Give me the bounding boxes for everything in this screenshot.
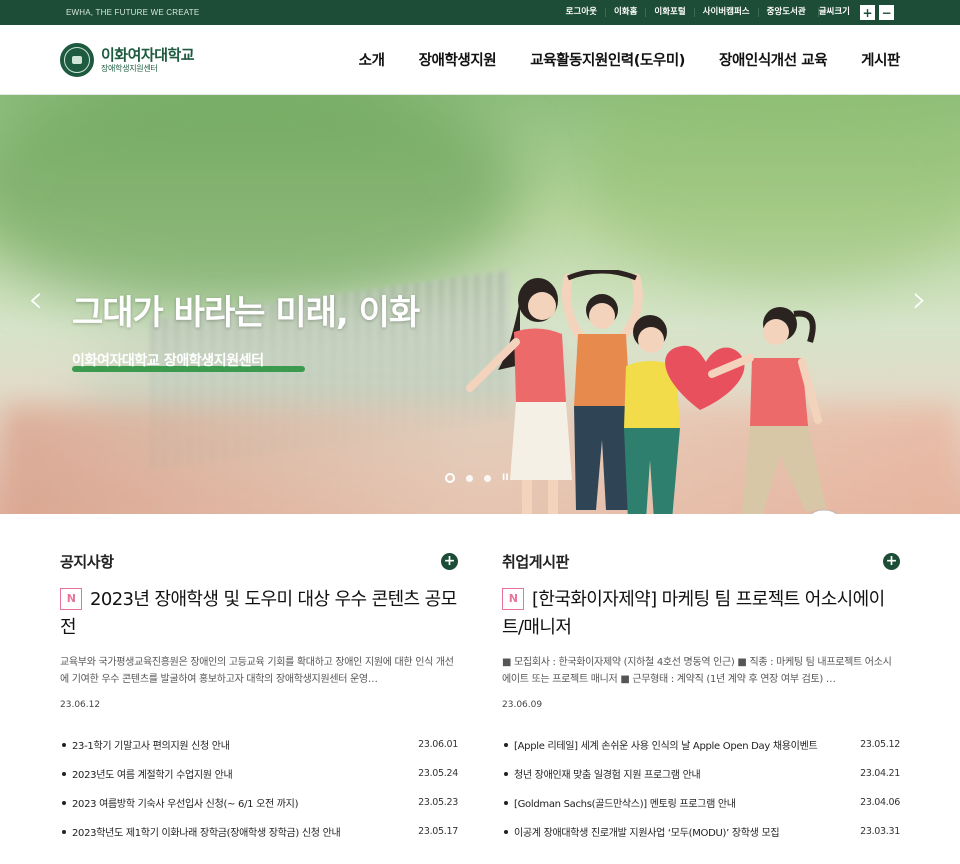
jobs-more-plus-icon[interactable]: +: [883, 552, 900, 570]
font-increase-button[interactable]: +: [860, 5, 875, 20]
nav-intro[interactable]: 소개: [359, 49, 385, 70]
new-badge: N: [502, 588, 524, 610]
hero-banner: 그대가 바라는 미래, 이화 이화여자대학교 장애학생지원센터 ‹ › II: [0, 95, 960, 514]
person-4-figure: [708, 307, 837, 514]
list-item[interactable]: 23-1학기 기말고사 편의지원 신청 안내 23.06.01: [60, 730, 458, 759]
list-item[interactable]: 2023 여름방학 기숙사 우선입사 신청(~ 6/1 오전 까지) 23.05.…: [60, 788, 458, 817]
board-section: 공지사항 + N 2023년 장애학생 및 도우미 대상 우수 콘텐츠 공모전 교…: [0, 550, 960, 846]
font-decrease-button[interactable]: −: [879, 5, 894, 20]
library-link[interactable]: 중앙도서관: [757, 8, 814, 17]
chevron-right-icon[interactable]: ›: [912, 280, 927, 318]
notice-column: 공지사항 + N 2023년 장애학생 및 도우미 대상 우수 콘텐츠 공모전 교…: [60, 550, 458, 846]
ewha-portal-link[interactable]: 이화포털: [645, 8, 693, 17]
notice-featured[interactable]: N 2023년 장애학생 및 도우미 대상 우수 콘텐츠 공모전 교육부와 국가평…: [60, 586, 458, 710]
list-item[interactable]: [Goldman Sachs(골드만삭스)] 멘토링 프로그램 안내 23.04.…: [502, 788, 900, 817]
person-3-figure: [624, 315, 680, 514]
new-badge: N: [60, 588, 82, 610]
ewha-home-link[interactable]: 이화홈: [604, 8, 645, 17]
notice-featured-title[interactable]: 2023년 장애학생 및 도우미 대상 우수 콘텐츠 공모전: [60, 589, 457, 638]
hero-illustration: [466, 270, 837, 514]
notice-heading: 공지사항: [60, 552, 114, 571]
slider-pagination: II: [445, 473, 509, 483]
nav-awareness-education[interactable]: 장애인식개선 교육: [719, 49, 828, 70]
logout-link[interactable]: 로그아웃: [558, 8, 605, 17]
jobs-heading: 취업게시판: [502, 552, 570, 571]
notice-featured-desc: 교육부와 국가평생교육진흥원은 장애인의 고등교육 기회를 확대하고 장애인 지…: [60, 657, 454, 685]
nav-helper[interactable]: 교육활동지원인력(도우미): [530, 49, 685, 70]
pause-icon[interactable]: II: [502, 473, 509, 483]
font-size-label: 글씨크기: [817, 8, 856, 17]
jobs-featured[interactable]: N [한국화이자제약] 마케팅 팀 프로젝트 어소시에이트/매니저 ■ 모집회사 …: [502, 586, 900, 710]
list-item[interactable]: 2023학년도 제1학기 이화나래 장학금(장애학생 장학금) 신청 안내 23.…: [60, 817, 458, 846]
chevron-left-icon[interactable]: ‹: [28, 280, 43, 318]
list-item[interactable]: 이공계 장애대학생 진로개발 지원사업 ‘모두(MODU)’ 장학생 모집 23.…: [502, 817, 900, 846]
jobs-featured-date: 23.06.09: [502, 700, 543, 710]
site-header: 이화여자대학교 장애학생지원센터 소개 장애학생지원 교육활동지원인력(도우미)…: [0, 25, 960, 95]
main-nav: 소개 장애학생지원 교육활동지원인력(도우미) 장애인식개선 교육 게시판: [325, 49, 901, 70]
hero-title: 그대가 바라는 미래, 이화: [72, 293, 420, 333]
center-name: 장애학생지원센터: [101, 63, 158, 73]
university-name: 이화여자대학교: [101, 45, 195, 64]
nav-board[interactable]: 게시판: [861, 49, 900, 70]
top-utility-bar: EWHA, THE FUTURE WE CREATE 로그아웃 이화홈 이화포털…: [0, 0, 960, 25]
notice-featured-date: 23.06.12: [60, 700, 101, 710]
slide-dot-3[interactable]: [484, 474, 491, 482]
cyber-campus-link[interactable]: 사이버캠퍼스: [693, 8, 758, 17]
slide-dot-1[interactable]: [445, 473, 455, 483]
list-item[interactable]: [Apple 리테일] 세계 손쉬운 사용 인식의 날 Apple Open D…: [502, 730, 900, 759]
list-item[interactable]: 청년 장애인재 맞춤 일경험 지원 프로그램 안내 23.04.21: [502, 759, 900, 788]
slogan: EWHA, THE FUTURE WE CREATE: [66, 8, 200, 17]
hero-subtitle: 이화여자대학교 장애학생지원센터: [72, 353, 264, 369]
notice-more-plus-icon[interactable]: +: [441, 552, 458, 570]
jobs-column: 취업게시판 + N [한국화이자제약] 마케팅 팀 프로젝트 어소시에이트/매니저…: [502, 550, 900, 846]
logo[interactable]: 이화여자대학교 장애학생지원센터: [60, 42, 195, 77]
slide-dot-2[interactable]: [466, 474, 473, 482]
nav-student-support[interactable]: 장애학생지원: [419, 49, 497, 70]
notice-list: 23-1학기 기말고사 편의지원 신청 안내 23.06.01 2023년도 여름…: [60, 730, 458, 846]
jobs-featured-desc: ■ 모집회사 : 한국화이자제약 (지하철 4호선 명동역 인근) ■ 직종 :…: [502, 657, 892, 685]
jobs-list: [Apple 리테일] 세계 손쉬운 사용 인식의 날 Apple Open D…: [502, 730, 900, 846]
utility-links: 로그아웃 이화홈 이화포털 사이버캠퍼스 중앙도서관 글씨크기 + −: [558, 5, 894, 20]
jobs-featured-title[interactable]: [한국화이자제약] 마케팅 팀 프로젝트 어소시에이트/매니저: [502, 589, 885, 638]
list-item[interactable]: 2023년도 여름 계절학기 수업지원 안내 23.05.24: [60, 759, 458, 788]
university-seal-icon: [60, 42, 94, 77]
